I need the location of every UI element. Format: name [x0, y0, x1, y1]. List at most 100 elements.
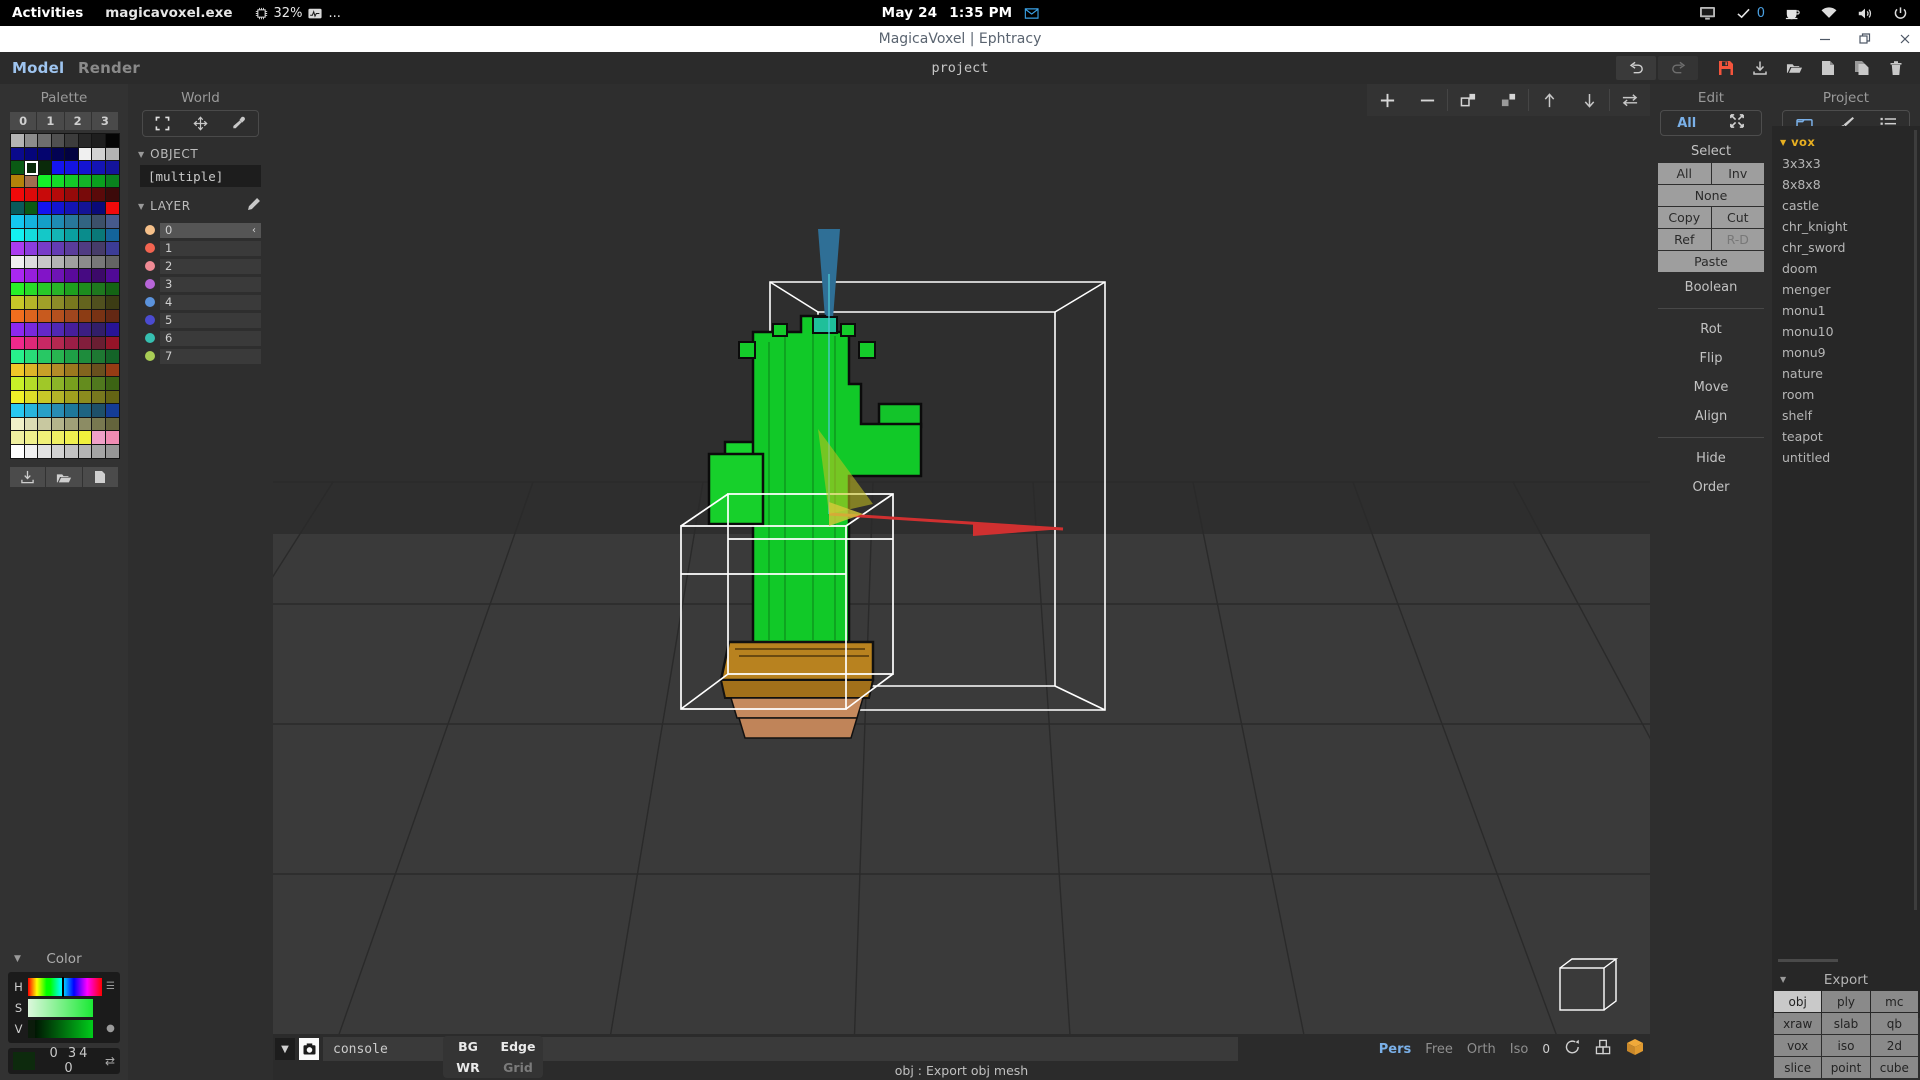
project-file-item[interactable]: monu10	[1772, 321, 1920, 342]
palette-swatch[interactable]	[91, 322, 106, 337]
palette-swatch[interactable]	[91, 295, 106, 310]
paste-button[interactable]: Paste	[1658, 251, 1764, 272]
layer-row-7[interactable]: 7	[140, 347, 261, 365]
palette-swatch[interactable]	[24, 241, 39, 256]
palette-swatch[interactable]	[64, 160, 79, 175]
ref-button[interactable]: Ref	[1658, 229, 1711, 250]
palette-swatch[interactable]	[10, 363, 25, 378]
saturation-slider-row[interactable]: S	[12, 997, 116, 1018]
camera-mode-free[interactable]: Free	[1425, 1042, 1453, 1057]
check-indicator[interactable]: 0	[1736, 6, 1765, 21]
layer-list[interactable]: 0 ‹ 1 2 3 4 5 6 7	[140, 221, 261, 365]
palette-swatch[interactable]	[64, 147, 79, 162]
layer-section-header[interactable]: ▼ LAYER	[128, 187, 273, 219]
palette-swatch[interactable]	[105, 295, 120, 310]
palette-swatch[interactable]	[10, 349, 25, 364]
palette-swatch[interactable]	[51, 309, 66, 324]
undo-icon[interactable]	[1616, 56, 1656, 80]
palette-swatch[interactable]	[64, 295, 79, 310]
palette-swatch[interactable]	[78, 376, 93, 391]
palette-swatch[interactable]	[37, 309, 52, 324]
layer-visibility-toggle[interactable]	[247, 348, 261, 364]
palette-swatch[interactable]	[64, 282, 79, 297]
project-file-list[interactable]: ▼ vox 3x3x3 8x8x8 castle chr_knight chr_sword d…	[1772, 126, 1920, 1018]
export-format-iso[interactable]: iso	[1822, 1035, 1870, 1056]
chevron-down-icon[interactable]: ▼	[275, 1038, 295, 1060]
attach-icon[interactable]	[1448, 84, 1488, 116]
palette-swatch[interactable]	[91, 349, 106, 364]
copy-file-icon[interactable]	[1846, 56, 1878, 80]
palette-swatch[interactable]	[37, 214, 52, 229]
flip-button[interactable]: Flip	[1650, 344, 1772, 373]
palette-swatch[interactable]	[91, 228, 106, 243]
select-frame-icon[interactable]	[147, 113, 177, 135]
layer-visibility-toggle[interactable]	[247, 276, 261, 292]
palette-swatch[interactable]	[64, 255, 79, 270]
palette-swatch[interactable]	[37, 255, 52, 270]
palette-swatch[interactable]	[78, 268, 93, 283]
display-icon[interactable]	[1699, 6, 1716, 21]
palette-swatch[interactable]	[105, 147, 120, 162]
palette-swatch[interactable]	[105, 376, 120, 391]
camera-mode-orth[interactable]: Orth	[1467, 1042, 1496, 1057]
palette-swatch[interactable]	[37, 228, 52, 243]
align-button[interactable]: Align	[1650, 402, 1772, 431]
layer-visibility-toggle[interactable]	[247, 258, 261, 274]
palette-swatch[interactable]	[51, 322, 66, 337]
project-file-item[interactable]: untitled	[1772, 447, 1920, 468]
menu-icon[interactable]: ☰	[105, 981, 116, 992]
hide-button[interactable]: Hide	[1650, 444, 1772, 473]
palette-swatch[interactable]	[91, 282, 106, 297]
palette-swatch[interactable]	[10, 390, 25, 405]
palette-swatch[interactable]	[105, 282, 120, 297]
palette-swatch[interactable]	[24, 133, 39, 148]
select-inv-button[interactable]: Inv	[1711, 163, 1764, 184]
palette-swatch[interactable]	[10, 187, 25, 202]
palette-swatch[interactable]	[10, 322, 25, 337]
project-file-item[interactable]: 3x3x3	[1772, 153, 1920, 174]
palette-swatch[interactable]	[10, 376, 25, 391]
project-file-item[interactable]: castle	[1772, 195, 1920, 216]
palette-swatch[interactable]	[24, 201, 39, 216]
camera-mode-pers[interactable]: Pers	[1379, 1042, 1412, 1057]
palette-swatch[interactable]	[64, 390, 79, 405]
palette-swatch[interactable]	[64, 133, 79, 148]
palette-swatch[interactable]	[10, 295, 25, 310]
trash-icon[interactable]	[1880, 56, 1912, 80]
palette-swatch[interactable]	[78, 444, 93, 459]
palette-swatch[interactable]	[91, 444, 106, 459]
layer-color-dot[interactable]	[140, 279, 160, 289]
palette-swatch[interactable]	[24, 147, 39, 162]
palette-swatch[interactable]	[24, 417, 39, 432]
project-file-item[interactable]: chr_knight	[1772, 216, 1920, 237]
activities-button[interactable]: Activities	[12, 5, 83, 21]
palette-swatch[interactable]	[91, 147, 106, 162]
palette-swatch[interactable]	[78, 174, 93, 189]
select-none-button[interactable]: None	[1658, 185, 1764, 206]
palette-swatch[interactable]	[10, 147, 25, 162]
export-format-vox[interactable]: vox	[1774, 1035, 1822, 1056]
palette-swatch[interactable]	[105, 201, 120, 216]
palette-swatch[interactable]	[10, 228, 25, 243]
palette-swatch[interactable]	[51, 268, 66, 283]
save-icon[interactable]	[1710, 56, 1742, 80]
order-button[interactable]: Order	[1650, 473, 1772, 502]
voxel-model-cactus[interactable]	[273, 84, 1650, 1080]
export-format-point[interactable]: point	[1822, 1057, 1870, 1078]
palette-swatch[interactable]	[10, 336, 25, 351]
palette-swatch[interactable]	[78, 147, 93, 162]
palette-swatch[interactable]	[64, 228, 79, 243]
palette-swatch[interactable]	[24, 403, 39, 418]
palette-swatch[interactable]	[64, 214, 79, 229]
palette-swatch[interactable]	[37, 336, 52, 351]
up-arrow-icon[interactable]	[1529, 84, 1569, 116]
palette-swatch[interactable]	[64, 430, 79, 445]
palette-swatch[interactable]	[51, 214, 66, 229]
value-slider-row[interactable]: V ●	[12, 1018, 116, 1039]
palette-swatch[interactable]	[78, 403, 93, 418]
palette-swatch[interactable]	[51, 349, 66, 364]
palette-swatch[interactable]	[64, 403, 79, 418]
palette-swatch[interactable]	[10, 133, 25, 148]
palette-swatch[interactable]	[78, 363, 93, 378]
palette-swatch[interactable]	[78, 430, 93, 445]
